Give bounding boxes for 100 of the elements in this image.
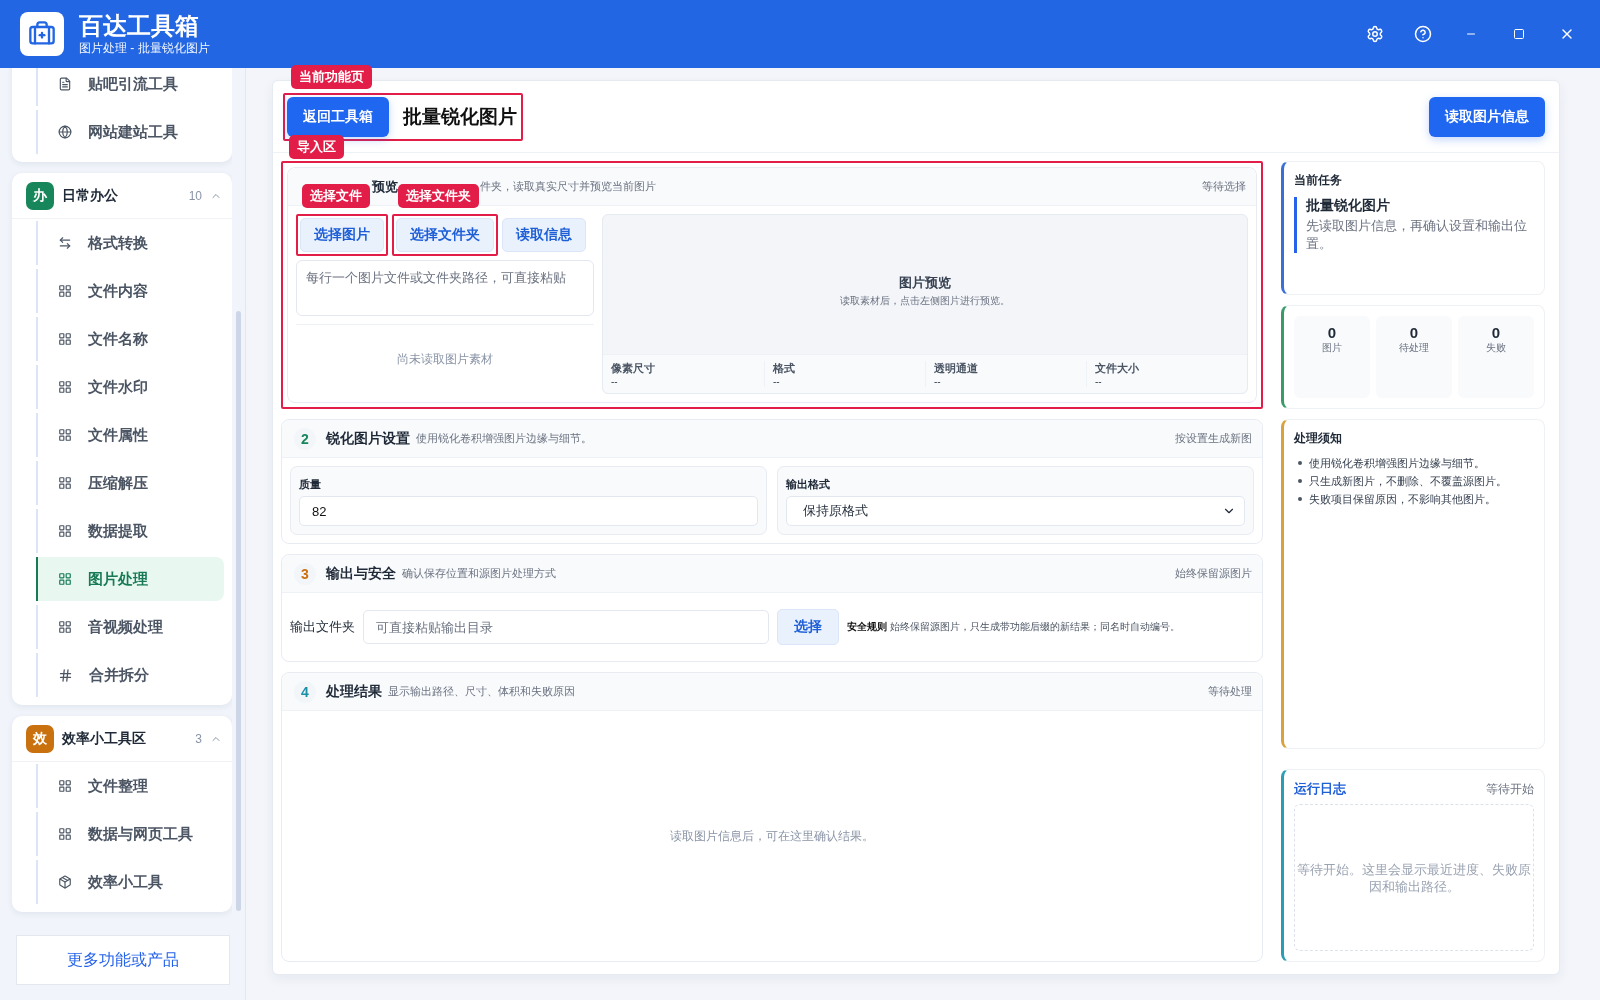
select-button[interactable]: 选择图片 — [300, 218, 384, 252]
sidebar-item[interactable]: 文件水印 — [36, 365, 224, 409]
section-status: 按设置生成新图 — [1175, 431, 1252, 446]
field-label: 质量 — [299, 477, 322, 492]
quality-input-field[interactable]: 82 — [299, 496, 758, 526]
group-title: 效率小工具区 — [62, 729, 146, 748]
section-status: 等待处理 — [1208, 684, 1252, 699]
sidebar-item[interactable]: 贴吧引流工具 — [36, 68, 224, 106]
back-button[interactable]: 返回工具箱 — [287, 96, 389, 137]
read-info-button[interactable]: 读取图片信息 — [1429, 96, 1545, 137]
sidebar-item[interactable]: 文件整理 — [36, 764, 224, 808]
section-number: 2 — [294, 427, 316, 450]
sidebar-item[interactable]: 数据提取 — [36, 509, 224, 553]
select-button[interactable]: 读取信息 — [502, 218, 586, 252]
empty-message: 尚未读取图片素材 — [397, 351, 493, 368]
grid-icon — [58, 332, 72, 346]
notice-item: 只生成新图片，不删除、不覆盖源图片。 — [1309, 474, 1507, 489]
preview-title: 图片预览 — [899, 273, 951, 292]
stat-label: 图片 — [1322, 341, 1342, 355]
annotation-tag: 当前功能页 — [291, 64, 372, 89]
notice-item: 使用锐化卷积增强图片边缘与细节。 — [1309, 456, 1485, 471]
sidebar-item[interactable]: 文件属性 — [36, 413, 224, 457]
grid-icon — [58, 476, 72, 490]
meta-label: 文件大小 — [1095, 361, 1140, 376]
sidebar-item[interactable]: 文件名称 — [36, 317, 224, 361]
grid-icon — [58, 524, 72, 538]
app-logo — [20, 12, 64, 56]
sidebar-item[interactable]: 数据与网页工具 — [36, 812, 224, 856]
grid-icon — [58, 827, 72, 841]
section-description: 显示输出路径、尺寸、体积和失败原因 — [388, 684, 575, 699]
sidebar-item[interactable]: 网站建站工具 — [36, 110, 224, 154]
sidebar-item[interactable]: 格式转换 — [36, 221, 224, 265]
section-description: 确认保存位置和源图片处理方式 — [402, 566, 556, 581]
app-subtitle: 图片处理 - 批量锐化图片 — [79, 39, 210, 57]
sidebar-item[interactable]: 压缩解压 — [36, 461, 224, 505]
section-title: 锐化图片设置 — [326, 429, 410, 448]
stat-label: 待处理 — [1399, 341, 1429, 355]
section-number: 3 — [294, 562, 316, 585]
task-title: 批量锐化图片 — [1306, 197, 1391, 215]
format-select[interactable]: 保持原格式 — [786, 496, 1245, 526]
swap-icon — [58, 236, 72, 250]
group-badge: 效 — [26, 724, 54, 753]
group-count: 3 — [195, 731, 202, 746]
section-number: 4 — [294, 680, 316, 703]
safety-rule-text: 安全规则 始终保留源图片，只生成带功能后缀的新结果；同名时自动编号。 — [847, 620, 1180, 634]
annotation-tag: 选择文件 — [302, 184, 370, 208]
field-label: 输出格式 — [786, 477, 831, 492]
scrollbar-thumb[interactable] — [236, 311, 241, 911]
log-empty-message: 等待开始。这里会显示最近进度、失败原因和输出路径。 — [1297, 860, 1531, 895]
maximize-icon — [1513, 28, 1525, 40]
section-title: 预览 — [372, 177, 398, 196]
group-badge: 办 — [26, 181, 54, 210]
paths-input-field[interactable]: 每行一个图片文件或文件夹路径，可直接粘贴 — [296, 260, 594, 316]
preview-description: 读取素材后，点击左侧图片进行预览。 — [840, 293, 1010, 308]
section-status: 始终保留源图片 — [1175, 566, 1252, 581]
annotation-tag: 导入区 — [289, 135, 344, 159]
help-icon — [1414, 25, 1432, 43]
empty-message: 读取图片信息后，可在这里确认结果。 — [670, 827, 874, 845]
sidebar-item[interactable]: 音视频处理 — [36, 605, 224, 649]
output-folder-input-field[interactable]: 可直接粘贴输出目录 — [363, 610, 769, 644]
grid-icon — [58, 284, 72, 298]
grid-icon — [58, 620, 72, 634]
meta-label: 像素尺寸 — [611, 361, 656, 376]
group-header[interactable]: 效 效率小工具区 3 — [12, 716, 232, 762]
app-title: 百达工具箱 — [79, 11, 200, 40]
group-header[interactable]: 办 日常办公 10 — [12, 173, 232, 219]
section-description: 使用锐化卷积增强图片边缘与细节。 — [416, 431, 592, 446]
log-title: 运行日志 — [1294, 780, 1346, 798]
section-title: 输出与安全 — [326, 564, 396, 583]
section-status: 等待选择 — [1202, 179, 1246, 194]
stat-label: 失败 — [1486, 341, 1506, 355]
sidebar-item[interactable]: 效率小工具 — [36, 860, 224, 904]
page-title: 批量锐化图片 — [403, 104, 517, 129]
grid-icon — [58, 380, 72, 394]
section-title: 处理结果 — [326, 682, 382, 701]
card-label: 处理须知 — [1294, 430, 1343, 447]
sidebar-item[interactable]: 文件内容 — [36, 269, 224, 313]
document-icon — [58, 77, 72, 91]
bullet-icon — [1298, 479, 1302, 483]
globe-icon — [58, 125, 72, 139]
select-button[interactable]: 选择文件夹 — [396, 218, 494, 252]
box-icon — [58, 875, 72, 889]
stat-value: 0 — [1327, 324, 1337, 341]
bullet-icon — [1298, 461, 1302, 465]
grid-icon — [58, 428, 72, 442]
annotation-tag: 选择文件夹 — [398, 184, 479, 208]
sidebar-item[interactable]: 合并拆分 — [36, 653, 224, 697]
grid-icon — [58, 572, 72, 586]
choose-button[interactable]: 选择 — [777, 609, 839, 645]
stat-value: 0 — [1409, 324, 1419, 341]
field-label: 输出文件夹 — [290, 618, 355, 636]
more-products-button[interactable]: 更多功能或产品 — [16, 935, 230, 985]
meta-value: -- — [611, 376, 619, 387]
grid-icon — [58, 779, 72, 793]
bullet-icon — [1298, 497, 1302, 501]
group-count: 10 — [188, 188, 202, 203]
stat-value: 0 — [1491, 324, 1501, 341]
sidebar-item[interactable]: 图片处理 — [36, 557, 224, 601]
settings-icon — [1366, 25, 1384, 43]
hash-icon — [58, 667, 73, 683]
